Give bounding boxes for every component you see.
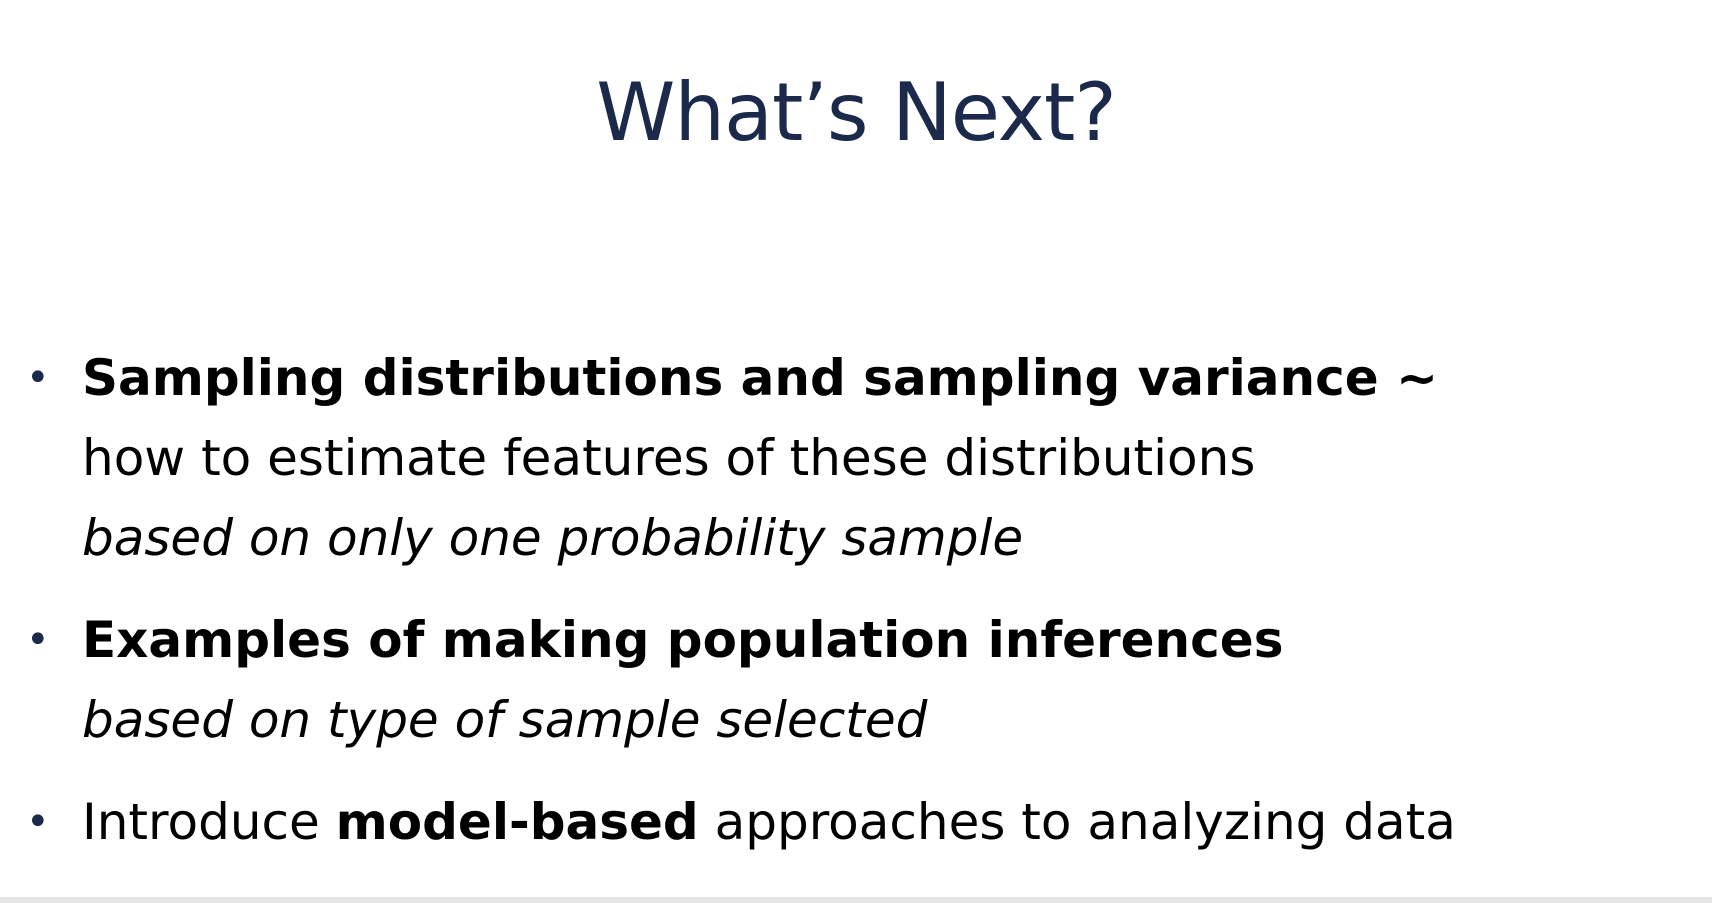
bullet-icon: • bbox=[26, 355, 50, 401]
bullet-detail: how to estimate features of these distri… bbox=[82, 429, 1256, 487]
bullet-list: • Sampling distributions and sampling va… bbox=[0, 338, 1712, 862]
bullet-item-model-based: • Introduce model-based approaches to an… bbox=[0, 782, 1712, 862]
bullet-item-sampling-distributions: • Sampling distributions and sampling va… bbox=[0, 338, 1712, 578]
bullet-heading: Examples of making population inferences bbox=[82, 611, 1284, 669]
slide-bottom-bar bbox=[0, 897, 1712, 903]
bullet-icon: • bbox=[26, 799, 50, 845]
bullet-icon: • bbox=[26, 617, 50, 663]
bullet-subtext: based on type of sample selected bbox=[82, 691, 928, 749]
bullet-text-post: approaches to analyzing data bbox=[698, 793, 1456, 851]
bullet-heading: Sampling distributions and sampling vari… bbox=[82, 349, 1438, 407]
bullet-text-pre: Introduce bbox=[82, 793, 336, 851]
bullet-text-bold: model-based bbox=[335, 793, 699, 851]
slide-title: What’s Next? bbox=[596, 66, 1117, 159]
slide: What’s Next? • Sampling distributions an… bbox=[0, 0, 1712, 903]
bullet-item-population-inferences: • Examples of making population inferenc… bbox=[0, 600, 1712, 760]
bullet-text: Introduce model-based approaches to anal… bbox=[82, 782, 1712, 862]
bullet-subtext: based on only one probability sample bbox=[82, 509, 1024, 567]
